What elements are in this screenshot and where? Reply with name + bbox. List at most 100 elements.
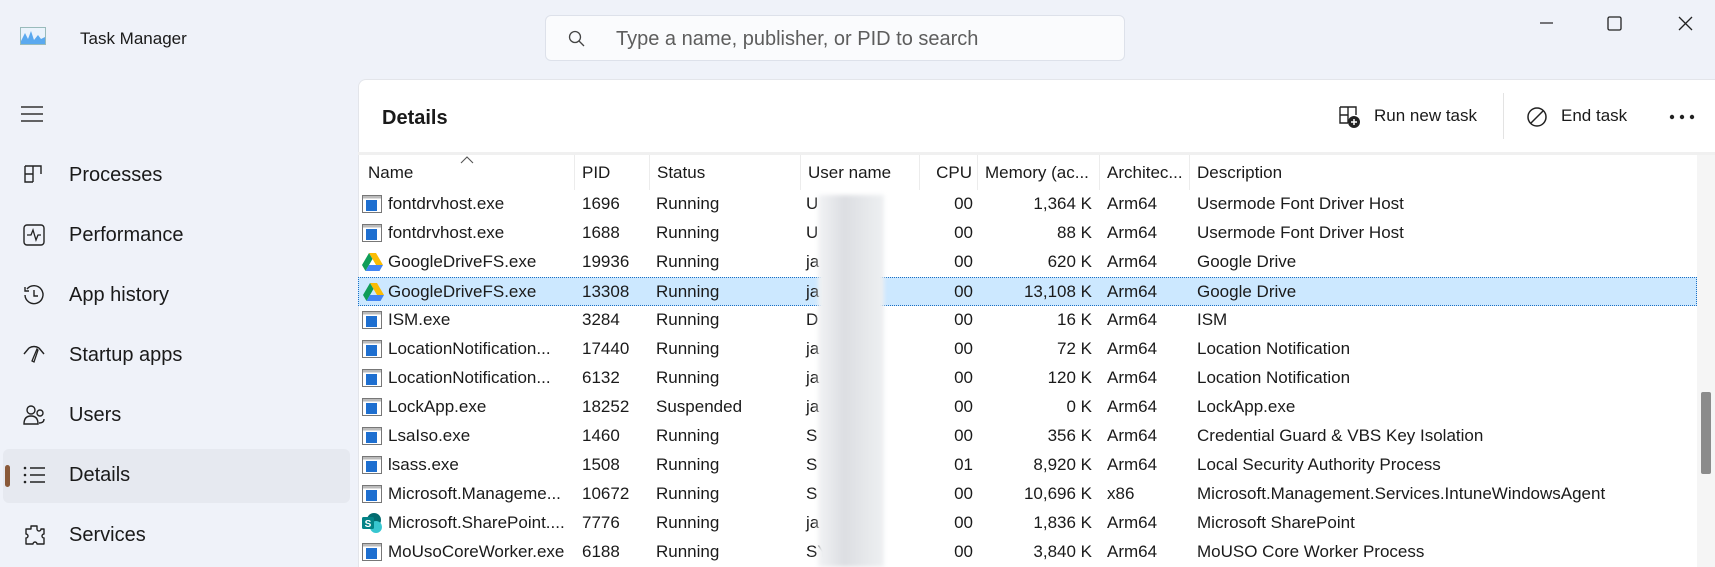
- sidebar-item-app-history[interactable]: App history: [3, 269, 350, 323]
- application-window-icon: [362, 485, 382, 503]
- process-user: S: [806, 484, 818, 503]
- process-status: Running: [656, 194, 720, 213]
- run-new-task-button[interactable]: Run new task: [1338, 102, 1488, 132]
- sidebar-item-startup-apps[interactable]: Startup apps: [3, 329, 350, 383]
- end-task-button[interactable]: End task: [1526, 102, 1636, 132]
- sidebar-item-details[interactable]: Details: [3, 449, 350, 503]
- sidebar-item-label: App history: [69, 284, 170, 306]
- process-memory: 356 K: [1047, 426, 1092, 445]
- page-title: Details: [382, 107, 448, 129]
- process-user: U: [806, 223, 819, 242]
- table-row[interactable]: GoogleDriveFS.exe 19936 Running ja 00 620 K Ar…: [358, 248, 1697, 277]
- window-title: Task Manager: [80, 29, 187, 48]
- more-options-icon[interactable]: [1668, 110, 1696, 124]
- process-name: LocationNotification...: [388, 368, 551, 387]
- process-pid: 18252: [582, 397, 630, 416]
- process-pid: 17440: [582, 339, 630, 358]
- startup-gauge-icon: [23, 345, 45, 363]
- processes-grid-icon: [24, 165, 42, 183]
- process-status: Running: [656, 310, 720, 329]
- redacted-username-blur: [818, 195, 884, 567]
- process-description: Location Notification: [1197, 339, 1351, 358]
- process-memory: 72 K: [1057, 339, 1092, 358]
- table-row[interactable]: LsaIso.exe 1460 Running S 00 356 K Arm64 Creden…: [358, 422, 1697, 451]
- process-name: LockApp.exe: [388, 397, 487, 416]
- process-status: Running: [656, 455, 720, 474]
- process-memory: 620 K: [1047, 252, 1092, 271]
- process-architecture: Arm64: [1107, 397, 1158, 416]
- process-status: Running: [656, 426, 720, 445]
- process-description: Microsoft.Management.Services.IntuneWind…: [1197, 484, 1606, 503]
- process-architecture: Arm64: [1107, 455, 1158, 474]
- table-row[interactable]: fontdrvhost.exe 1696 Running U 00 1,364 K Arm6…: [358, 190, 1697, 219]
- vertical-scrollbar[interactable]: [1697, 155, 1715, 567]
- column-header-cpu[interactable]: CPU: [919, 155, 977, 190]
- hamburger-menu-icon[interactable]: [20, 104, 46, 124]
- table-row[interactable]: LocationNotification... 6132 Running ja 00 12…: [358, 364, 1697, 393]
- column-header-user-name[interactable]: User name: [800, 155, 919, 190]
- process-status: Running: [656, 282, 720, 301]
- process-description: Location Notification: [1197, 368, 1351, 387]
- table-row[interactable]: GoogleDriveFS.exe 13308 Running ja 00 13,108 …: [358, 277, 1697, 306]
- process-description: Microsoft SharePoint: [1197, 513, 1355, 532]
- application-window-icon: [362, 456, 382, 474]
- process-pid: 3284: [582, 310, 620, 329]
- table-row[interactable]: S Microsoft.SharePoint.... 7776 Running ja 00…: [358, 509, 1697, 538]
- process-description: Google Drive: [1197, 282, 1297, 301]
- column-header-architec[interactable]: Architec...: [1099, 155, 1189, 190]
- process-status: Running: [656, 542, 720, 561]
- process-architecture: Arm64: [1107, 194, 1158, 213]
- process-memory: 88 K: [1057, 223, 1092, 242]
- table-row[interactable]: MoUsoCoreWorker.exe6188RunningSYSTEM003,…: [358, 538, 1697, 567]
- column-header-pid[interactable]: PID: [574, 155, 649, 190]
- column-header-status[interactable]: Status: [649, 155, 800, 190]
- table-row[interactable]: lsass.exe 1508 Running S 01 8,920 K Arm64 Local…: [358, 451, 1697, 480]
- application-window-icon: [362, 369, 382, 387]
- performance-pulse-icon: [23, 224, 45, 246]
- process-pid: 1696: [582, 194, 620, 213]
- process-status: Running: [656, 223, 720, 242]
- sidebar-item-processes[interactable]: Processes: [3, 149, 350, 203]
- sidebar-item-services[interactable]: Services: [3, 509, 350, 563]
- table-row[interactable]: ISM.exe 3284 Running D 00 16 K Arm64 ISM: [358, 306, 1697, 335]
- process-description: Google Drive: [1197, 252, 1297, 271]
- history-clock-icon: [24, 285, 44, 305]
- column-header-memory-ac[interactable]: Memory (ac...: [977, 155, 1099, 190]
- application-window-icon: [362, 340, 382, 358]
- process-status: Running: [656, 368, 720, 387]
- process-user: D: [806, 310, 819, 329]
- process-name: LsaIso.exe: [388, 426, 471, 445]
- process-cpu: 01: [954, 455, 973, 474]
- table-row[interactable]: Microsoft.Manageme... 10672 Running S 00 10,6…: [358, 480, 1697, 509]
- end-task-label: End task: [1561, 106, 1628, 125]
- minimize-button[interactable]: [1526, 10, 1566, 36]
- close-button[interactable]: [1665, 10, 1705, 36]
- table-row[interactable]: LocationNotification... 17440 Running ja 00 7…: [358, 335, 1697, 364]
- table-row[interactable]: fontdrvhost.exe 1688 Running U 00 88 K Arm64 Us…: [358, 219, 1697, 248]
- sharepoint-icon: S: [362, 513, 382, 533]
- sort-ascending-icon: [460, 156, 474, 164]
- maximize-button[interactable]: [1594, 10, 1634, 36]
- process-name: Microsoft.Manageme...: [388, 484, 561, 503]
- process-cpu: 00: [954, 513, 973, 532]
- application-window-icon: [362, 311, 382, 329]
- process-architecture: Arm64: [1107, 223, 1158, 242]
- process-pid: 19936: [582, 252, 630, 271]
- process-architecture: Arm64: [1107, 252, 1158, 271]
- process-name: fontdrvhost.exe: [388, 223, 505, 242]
- process-memory: 13,108 K: [1023, 282, 1092, 301]
- process-architecture: Arm64: [1107, 339, 1158, 358]
- search-input[interactable]: Type a name, publisher, or PID to search: [545, 15, 1125, 61]
- process-pid: 1688: [582, 223, 620, 242]
- sidebar-item-users[interactable]: Users: [3, 389, 350, 443]
- table-row[interactable]: LockApp.exe 18252 Suspended ja 00 0 K Arm64 Loc…: [358, 393, 1697, 422]
- process-architecture: Arm64: [1107, 513, 1158, 532]
- process-cpu: 00: [954, 339, 973, 358]
- sidebar-item-label: Performance: [69, 224, 184, 246]
- column-header-description[interactable]: Description: [1189, 155, 1697, 190]
- scrollbar-thumb[interactable]: [1701, 392, 1711, 474]
- sidebar-item-performance[interactable]: Performance: [3, 209, 350, 263]
- process-description: Usermode Font Driver Host: [1197, 194, 1404, 213]
- process-pid: 1508: [582, 455, 620, 474]
- process-name: GoogleDriveFS.exe: [388, 252, 537, 271]
